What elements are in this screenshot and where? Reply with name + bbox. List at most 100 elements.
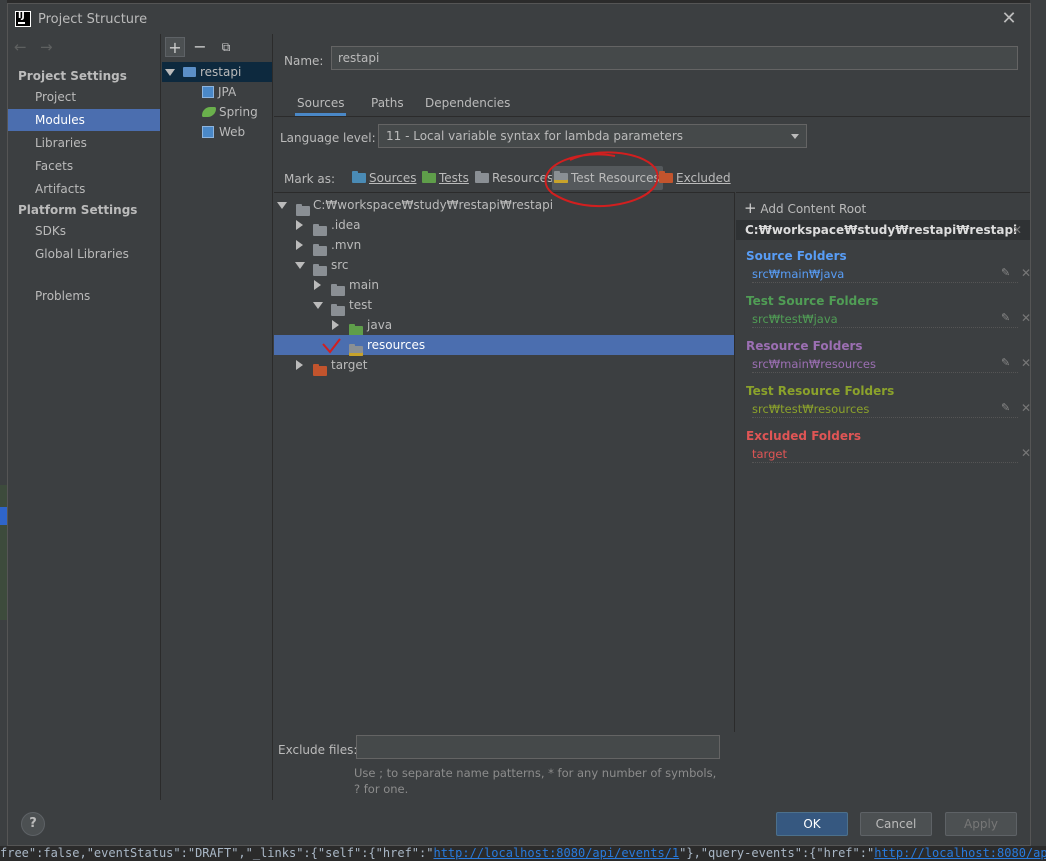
test-source-folder-path: src₩test₩java <box>752 311 1018 328</box>
test-resource-folder-path: src₩test₩resources <box>752 401 1018 418</box>
collapse-arrow-icon[interactable] <box>296 360 303 370</box>
language-level-label: Language level: <box>280 131 376 145</box>
module-name-input[interactable]: restapi <box>331 46 1018 70</box>
tree-item-root[interactable]: C:₩workspace₩study₩restapi₩restapi <box>274 195 734 216</box>
background-ide-left-strip <box>0 0 7 861</box>
copy-icon[interactable]: ⧉ <box>216 37 236 57</box>
close-icon[interactable]: ✕ <box>998 8 1020 30</box>
intellij-app-icon: IJ <box>15 11 31 27</box>
tree-item-target[interactable]: target <box>274 355 734 376</box>
collapse-arrow-icon[interactable] <box>296 220 303 230</box>
tests-folder-icon <box>422 171 436 183</box>
settings-sidebar: ← → Project Settings Project Modules Lib… <box>8 34 161 800</box>
tree-item-src[interactable]: src <box>274 255 734 276</box>
edit-pencil-icon[interactable]: ✎ <box>1001 401 1010 414</box>
expand-arrow-icon[interactable] <box>295 262 305 269</box>
sidebar-item-facets[interactable]: Facets <box>8 155 160 177</box>
mark-excluded-button[interactable]: Excluded <box>657 166 734 190</box>
tab-dependencies[interactable]: Dependencies <box>423 94 512 116</box>
expand-arrow-icon[interactable] <box>313 302 323 309</box>
excluded-folder-icon <box>313 364 327 376</box>
cancel-button[interactable]: Cancel <box>860 812 932 836</box>
excluded-folders-title: Excluded Folders <box>746 429 862 443</box>
project-structure-dialog: IJ Project Structure ✕ ← → Project Setti… <box>7 3 1031 846</box>
sidebar-item-global-libraries[interactable]: Global Libraries <box>8 243 160 265</box>
remove-folder-icon[interactable]: ✕ <box>1021 356 1031 370</box>
tab-sources[interactable]: Sources <box>295 94 347 116</box>
ok-button[interactable]: OK <box>776 812 848 836</box>
forward-arrow-icon[interactable]: → <box>40 38 53 56</box>
test-resources-folder-icon <box>554 171 568 183</box>
help-button[interactable]: ? <box>21 812 45 836</box>
exclude-files-label: Exclude files: <box>278 743 358 757</box>
add-icon[interactable]: + <box>165 37 185 57</box>
resources-folder-icon <box>475 171 489 183</box>
mark-resources-button[interactable]: Resources <box>473 166 556 190</box>
add-content-root-button[interactable]: + Add Content Root <box>744 199 866 217</box>
modules-tree-column: + − ⧉ restapi JPA Spring Web <box>162 34 273 800</box>
tree-item-mvn[interactable]: .mvn <box>274 235 734 256</box>
name-label: Name: <box>284 54 324 68</box>
edit-pencil-icon[interactable]: ✎ <box>1001 356 1010 369</box>
test-source-folders-title: Test Source Folders <box>746 294 879 308</box>
collapse-arrow-icon[interactable] <box>314 280 321 290</box>
jpa-icon <box>202 86 214 98</box>
tree-item-java[interactable]: java <box>274 315 734 336</box>
tree-item-idea[interactable]: .idea <box>274 215 734 236</box>
project-settings-header: Project Settings <box>18 69 127 83</box>
remove-folder-icon[interactable]: ✕ <box>1021 311 1031 325</box>
collapse-arrow-icon[interactable] <box>332 320 339 330</box>
module-facet-web[interactable]: Web <box>162 122 272 142</box>
source-folders-title: Source Folders <box>746 249 847 263</box>
remove-root-icon[interactable]: ✕ <box>1012 220 1022 240</box>
resource-folders-title: Resource Folders <box>746 339 863 353</box>
back-arrow-icon[interactable]: ← <box>14 38 27 56</box>
content-roots-panel: + Add Content Root C:₩workspace₩study₩re… <box>736 192 1031 800</box>
tree-item-resources[interactable]: resources <box>274 335 734 356</box>
remove-folder-icon[interactable]: ✕ <box>1021 266 1031 280</box>
module-sources-panel: Name: restapi Sources Paths Dependencies… <box>274 34 1031 800</box>
module-facet-jpa[interactable]: JPA <box>162 82 272 102</box>
language-level-select[interactable]: 11 - Local variable syntax for lambda pa… <box>378 124 807 148</box>
tree-item-test[interactable]: test <box>274 295 734 316</box>
sidebar-item-project[interactable]: Project <box>8 86 160 108</box>
mark-sources-button[interactable]: Sources <box>350 166 419 190</box>
source-folder-path: src₩main₩java <box>752 266 1018 283</box>
remove-folder-icon[interactable]: ✕ <box>1021 446 1031 460</box>
remove-icon[interactable]: − <box>190 37 210 57</box>
edit-pencil-icon[interactable]: ✎ <box>1001 311 1010 324</box>
chevron-down-icon <box>791 134 799 139</box>
content-root-path: C:₩workspace₩study₩restapi₩restapi ✕ <box>736 220 1030 240</box>
collapse-arrow-icon[interactable] <box>296 240 303 250</box>
excluded-folder-path: target <box>752 446 1018 463</box>
title-bar: IJ Project Structure ✕ <box>8 4 1030 34</box>
sidebar-item-problems[interactable]: Problems <box>8 285 160 307</box>
module-item-restapi[interactable]: restapi <box>162 62 272 82</box>
spring-leaf-icon <box>202 107 216 117</box>
background-ide-right-strip <box>1030 0 1046 861</box>
mark-test-resources-button[interactable]: Test Resources <box>552 166 663 190</box>
module-facet-spring[interactable]: Spring <box>162 102 272 122</box>
sidebar-item-modules[interactable]: Modules <box>8 109 160 131</box>
module-folder-icon <box>183 67 196 77</box>
test-resource-folders-title: Test Resource Folders <box>746 384 895 398</box>
apply-button[interactable]: Apply <box>945 812 1017 836</box>
exclude-files-hint: Use ; to separate name patterns, * for a… <box>354 766 717 796</box>
dialog-title: Project Structure <box>38 12 148 27</box>
remove-folder-icon[interactable]: ✕ <box>1021 401 1031 415</box>
web-icon <box>202 126 214 138</box>
edit-pencil-icon[interactable]: ✎ <box>1001 266 1010 279</box>
sidebar-item-libraries[interactable]: Libraries <box>8 132 160 154</box>
mark-tests-button[interactable]: Tests <box>420 166 472 190</box>
sources-folder-icon <box>352 171 366 183</box>
tab-paths[interactable]: Paths <box>369 94 406 116</box>
resource-folder-path: src₩main₩resources <box>752 356 1018 373</box>
sidebar-item-artifacts[interactable]: Artifacts <box>8 178 160 200</box>
exclude-files-input[interactable] <box>356 735 720 759</box>
content-root-tree: C:₩workspace₩study₩restapi₩restapi .idea… <box>274 192 735 732</box>
sidebar-item-sdks[interactable]: SDKs <box>8 220 160 242</box>
tree-item-main[interactable]: main <box>274 275 734 296</box>
expand-arrow-icon[interactable] <box>277 202 287 209</box>
plus-icon: + <box>744 199 757 217</box>
background-console-line: free":false,"eventStatus":"DRAFT","_link… <box>0 846 1046 861</box>
